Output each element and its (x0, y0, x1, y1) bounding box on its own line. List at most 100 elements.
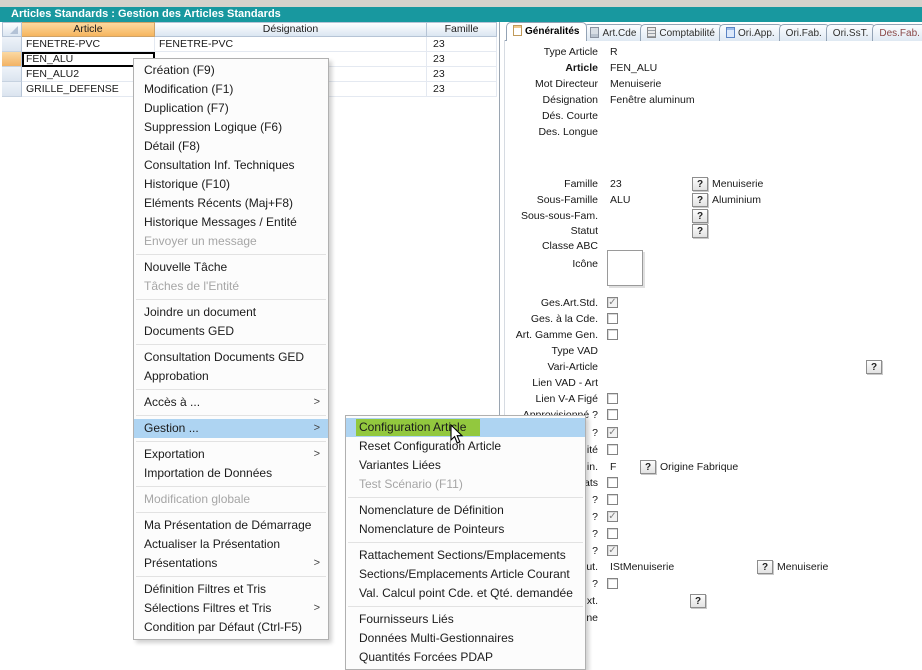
menu-item[interactable]: Configuration Article (346, 418, 585, 437)
menu-item[interactable]: Nomenclature de Définition (346, 501, 585, 520)
checkbox[interactable] (607, 528, 618, 539)
row-selector-cell[interactable] (2, 82, 22, 97)
tab-des-fab-[interactable]: Des.Fab. (872, 24, 922, 41)
field-value: IStMenuiserie (610, 560, 674, 574)
field-value: F (610, 460, 616, 474)
checkbox[interactable] (607, 444, 618, 455)
menu-item[interactable]: Gestion ...> (134, 419, 328, 438)
checkbox[interactable]: ✓ (607, 545, 618, 556)
menu-separator (136, 389, 326, 390)
menu-item-label: Accès à ... (144, 395, 200, 409)
menu-item[interactable]: Condition par Défaut (Ctrl-F5) (134, 618, 328, 637)
icon-preview-box (607, 250, 643, 286)
menu-item[interactable]: Historique (F10) (134, 175, 328, 194)
help-button[interactable]: ? (692, 224, 708, 238)
field-value: R (610, 45, 618, 59)
checkbox[interactable]: ✓ (607, 511, 618, 522)
cell-famille[interactable]: 23 (427, 52, 497, 67)
row-selector-cell[interactable] (2, 52, 22, 67)
field-label: Dés. Courte (505, 109, 598, 123)
help-button[interactable]: ? (640, 460, 656, 474)
menu-item[interactable]: Définition Filtres et Tris (134, 580, 328, 599)
select-all-cell[interactable] (2, 22, 22, 37)
checkbox[interactable] (607, 313, 618, 324)
menu-separator (136, 512, 326, 513)
row-selector-cell[interactable] (2, 37, 22, 52)
help-button[interactable]: ? (692, 177, 708, 191)
menu-item[interactable]: Variantes Liées (346, 456, 585, 475)
help-button[interactable]: ? (757, 560, 773, 574)
menu-item[interactable]: Création (F9) (134, 61, 328, 80)
checkbox[interactable] (607, 477, 618, 488)
menu-item[interactable]: Détail (F8) (134, 137, 328, 156)
cell-famille[interactable]: 23 (427, 82, 497, 97)
tab-g-n-ralit-s[interactable]: Généralités (506, 22, 587, 41)
menu-item[interactable]: Eléments Récents (Maj+F8) (134, 194, 328, 213)
menu-item[interactable]: Fournisseurs Liés (346, 610, 585, 629)
menu-item[interactable]: Approbation (134, 367, 328, 386)
tab-art-cde[interactable]: Art.Cde (583, 24, 644, 41)
menu-item: Envoyer un message (134, 232, 328, 251)
menu-item[interactable]: Ma Présentation de Démarrage (134, 516, 328, 535)
table-row[interactable]: FENETRE-PVCFENETRE-PVC23 (2, 37, 497, 52)
cell-designation[interactable]: FENETRE-PVC (155, 37, 427, 52)
row-selector-cell[interactable] (2, 67, 22, 82)
menu-item[interactable]: Sections/Emplacements Article Courant (346, 565, 585, 584)
checkbox[interactable] (607, 329, 618, 340)
field-label: Classe ABC (505, 239, 598, 253)
menu-item[interactable]: Actualiser la Présentation (134, 535, 328, 554)
menu-item[interactable]: Reset Configuration Article (346, 437, 585, 456)
menu-item[interactable]: Données Multi-Gestionnaires (346, 629, 585, 648)
field-label: Sous-sous-Fam. (505, 209, 598, 223)
field-value: 23 (610, 177, 622, 191)
help-button[interactable]: ? (692, 193, 708, 207)
menu-item-label: Détail (F8) (144, 139, 200, 153)
menu-item[interactable]: Val. Calcul point Cde. et Qté. demandée (346, 584, 585, 603)
checkbox[interactable]: ✓ (607, 427, 618, 438)
column-header-designation[interactable]: Désignation (155, 22, 427, 37)
column-header-article[interactable]: Article (22, 22, 155, 37)
help-button[interactable]: ? (692, 209, 708, 223)
menu-item[interactable]: Historique Messages / Entité (134, 213, 328, 232)
help-button[interactable]: ? (690, 594, 706, 608)
menu-item-label: Quantités Forcées PDAP (359, 650, 493, 664)
menu-item[interactable]: Quantités Forcées PDAP (346, 648, 585, 667)
submenu-arrow-icon: > (314, 599, 320, 618)
menu-item[interactable]: Accès à ...> (134, 393, 328, 412)
help-button[interactable]: ? (866, 360, 882, 374)
menu-item[interactable]: Rattachement Sections/Emplacements (346, 546, 585, 565)
checkbox[interactable] (607, 393, 618, 404)
checkbox[interactable] (607, 409, 618, 420)
checkbox[interactable] (607, 494, 618, 505)
tab-ori-app-[interactable]: Ori.App. (719, 24, 783, 41)
menu-item[interactable]: Présentations> (134, 554, 328, 573)
cell-famille[interactable]: 23 (427, 67, 497, 82)
menu-item[interactable]: Nomenclature de Pointeurs (346, 520, 585, 539)
tab-ori-fab-[interactable]: Ori.Fab. (779, 24, 830, 41)
field-label: Mot Directeur (505, 77, 598, 91)
menu-item[interactable]: Duplication (F7) (134, 99, 328, 118)
menu-item-label: Création (F9) (144, 63, 215, 77)
field-note: Menuiserie (777, 560, 828, 574)
menu-item-label: Rattachement Sections/Emplacements (359, 548, 566, 562)
tab-ori-sst-[interactable]: Ori.SsT. (826, 24, 877, 41)
menu-item[interactable]: Modification (F1) (134, 80, 328, 99)
checkbox[interactable]: ✓ (607, 297, 618, 308)
menu-item[interactable]: Consultation Inf. Techniques (134, 156, 328, 175)
menu-item[interactable]: Suppression Logique (F6) (134, 118, 328, 137)
field-note: Menuiserie (712, 177, 763, 191)
menu-item[interactable]: Exportation> (134, 445, 328, 464)
menu-item[interactable]: Nouvelle Tâche (134, 258, 328, 277)
menu-item[interactable]: Consultation Documents GED (134, 348, 328, 367)
column-header-famille[interactable]: Famille (427, 22, 497, 37)
menu-item[interactable]: Joindre un document (134, 303, 328, 322)
menu-item-label: Nouvelle Tâche (144, 260, 227, 274)
menu-item[interactable]: Sélections Filtres et Tris> (134, 599, 328, 618)
menu-item[interactable]: Importation de Données (134, 464, 328, 483)
cell-article[interactable]: FENETRE-PVC (22, 37, 155, 52)
cell-famille[interactable]: 23 (427, 37, 497, 52)
menu-item[interactable]: Documents GED (134, 322, 328, 341)
field-label: Des. Longue (505, 125, 598, 139)
checkbox[interactable] (607, 578, 618, 589)
tab-comptabilit-[interactable]: Comptabilité (640, 24, 723, 41)
